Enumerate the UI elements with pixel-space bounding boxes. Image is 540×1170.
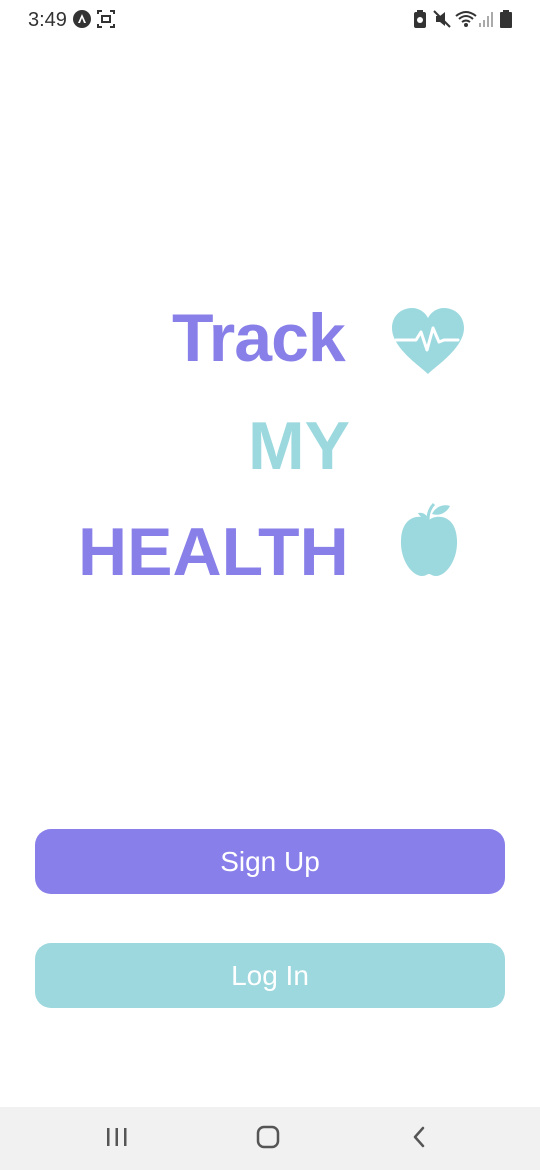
wifi-icon (455, 9, 477, 34)
battery-icon (500, 9, 512, 34)
home-icon[interactable] (255, 1125, 281, 1154)
back-icon[interactable] (407, 1125, 433, 1154)
apple-icon (398, 502, 460, 583)
status-bar: 3:49 (0, 0, 540, 40)
battery-saver-icon (413, 9, 427, 34)
signal-icon (479, 9, 495, 34)
sign-up-button[interactable]: Sign Up (35, 829, 505, 894)
status-time: 3:49 (28, 9, 67, 31)
log-in-button[interactable]: Log In (35, 943, 505, 1008)
heart-pulse-icon (390, 306, 466, 381)
autocad-icon (72, 9, 92, 34)
logo-word-my: MY (248, 408, 350, 484)
logo-word-track: Track (172, 300, 346, 376)
logo-word-health: HEALTH (78, 514, 349, 590)
navigation-bar (0, 1107, 540, 1170)
recent-apps-icon[interactable] (104, 1125, 130, 1154)
mute-icon (433, 9, 451, 34)
screenshot-icon (97, 9, 115, 34)
